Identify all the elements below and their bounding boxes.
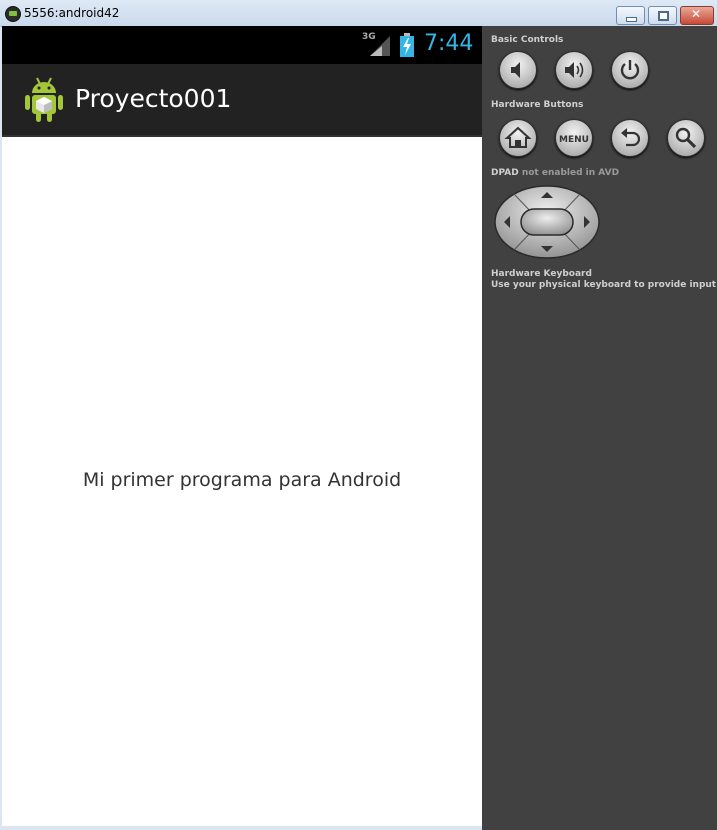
status-bar: 3G 7:44 <box>2 26 482 64</box>
dpad-control[interactable] <box>494 185 600 259</box>
emulator-controls-panel: Basic Controls Hardware Buttons MENU DPA… <box>482 26 717 830</box>
hardware-buttons-label: Hardware Buttons <box>491 100 584 110</box>
home-icon <box>504 126 532 148</box>
dpad-label: DPAD not enabled in AVD <box>491 168 619 178</box>
dpad-title: DPAD <box>491 168 519 178</box>
power-button[interactable] <box>611 51 649 89</box>
android-robot-icon[interactable] <box>24 75 64 123</box>
window-titlebar: 5556:android42 <box>0 0 717 27</box>
signal-strength-icon <box>370 36 390 56</box>
android-app-icon <box>5 6 21 22</box>
maximize-button[interactable] <box>648 6 677 25</box>
back-arrow-icon <box>621 128 641 147</box>
app-title: Proyecto001 <box>75 84 232 113</box>
battery-charging-icon <box>400 33 414 57</box>
basic-controls-label: Basic Controls <box>491 35 564 45</box>
close-button[interactable] <box>680 6 714 25</box>
keyboard-note: Use your physical keyboard to provide in… <box>491 280 717 290</box>
search-button[interactable] <box>667 119 705 157</box>
hello-text: Mi primer programa para Android <box>82 469 402 491</box>
device-screen[interactable]: 3G 7:44 Proyecto001 Mi primer programa p… <box>2 26 482 826</box>
action-bar: Proyecto001 <box>2 64 482 137</box>
volume-up-icon <box>565 62 584 78</box>
svg-text:MENU: MENU <box>559 135 589 145</box>
menu-icon: MENU <box>559 135 589 145</box>
window-title: 5556:android42 <box>24 6 120 20</box>
search-icon <box>675 127 697 149</box>
keyboard-label: Hardware Keyboard <box>491 269 592 279</box>
status-clock: 7:44 <box>424 31 474 56</box>
dpad-center-button <box>520 208 574 236</box>
back-button[interactable] <box>611 119 649 157</box>
volume-up-button[interactable] <box>555 51 593 89</box>
volume-down-icon <box>511 62 520 78</box>
dpad-note: not enabled in AVD <box>521 168 620 178</box>
volume-down-button[interactable] <box>499 51 537 89</box>
power-icon <box>620 60 640 80</box>
minimize-button[interactable] <box>616 6 645 25</box>
menu-button[interactable]: MENU <box>555 119 593 157</box>
home-button[interactable] <box>499 119 537 157</box>
